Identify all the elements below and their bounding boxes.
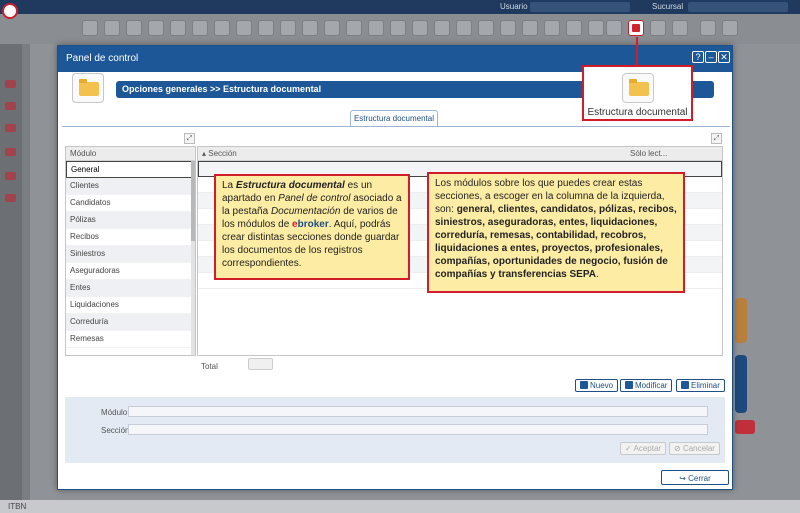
- minimize-button[interactable]: –: [705, 51, 717, 63]
- toolbar-icon[interactable]: [126, 20, 142, 36]
- plus-icon: [580, 381, 588, 389]
- toolbar-icon[interactable]: [522, 20, 538, 36]
- close-button[interactable]: ↪ Cerrar: [661, 470, 729, 485]
- sidebar-icon[interactable]: [5, 124, 16, 132]
- module-column-header[interactable]: Módulo: [66, 147, 195, 161]
- module-list-panel: Módulo General Clientes Candidatos Póliz…: [65, 146, 196, 356]
- toolbar-icon[interactable]: [478, 20, 494, 36]
- tab-divider: [62, 126, 730, 127]
- toolbar-icon[interactable]: [170, 20, 186, 36]
- toolbar-icon[interactable]: [302, 20, 318, 36]
- chevron-down-icon[interactable]: [722, 20, 738, 36]
- toolbar-icon[interactable]: [82, 20, 98, 36]
- list-item[interactable]: General: [66, 161, 195, 178]
- toolbar-icon[interactable]: [650, 20, 666, 36]
- zoom-label: Estructura documental: [587, 107, 688, 118]
- status-text: ITBN: [8, 502, 27, 511]
- total-label: Total: [201, 362, 218, 371]
- toolbar-icon[interactable]: [236, 20, 252, 36]
- toolbar-icon[interactable]: [280, 20, 296, 36]
- branch-label: Sucursal: [652, 2, 684, 11]
- app-top-bar: Usuario Sucursal: [0, 0, 800, 14]
- toolbar-icon[interactable]: [412, 20, 428, 36]
- sidebar-icon[interactable]: [5, 148, 16, 156]
- tab-document-structure[interactable]: Estructura documental: [350, 110, 438, 126]
- list-item[interactable]: Aseguradoras: [66, 263, 195, 280]
- toolbar-icon[interactable]: [214, 20, 230, 36]
- expand-icon[interactable]: ⤢: [711, 133, 722, 144]
- bg-card: [735, 355, 747, 413]
- list-item[interactable]: Liquidaciones: [66, 297, 195, 314]
- status-bar: ITBN: [0, 500, 800, 513]
- list-item[interactable]: Remesas: [66, 331, 195, 348]
- total-field: [248, 358, 273, 370]
- close-icon[interactable]: ✕: [718, 51, 730, 63]
- module-header-label: Módulo: [70, 149, 97, 158]
- toolbar-icon[interactable]: [192, 20, 208, 36]
- list-item[interactable]: Clientes: [66, 178, 195, 195]
- toolbar-icon[interactable]: [346, 20, 362, 36]
- section-header-label: ▴ Sección: [202, 149, 237, 158]
- list-item[interactable]: Pólizas: [66, 212, 195, 229]
- pencil-icon: [625, 381, 633, 389]
- scrollbar[interactable]: [191, 161, 195, 355]
- folder-icon: [622, 73, 654, 103]
- module-field-label: Módulo: [101, 408, 128, 417]
- toolbar-icon[interactable]: [104, 20, 120, 36]
- toolbar-icon[interactable]: [672, 20, 688, 36]
- toolbar-icon[interactable]: [544, 20, 560, 36]
- toolbar-icon[interactable]: [258, 20, 274, 36]
- zoom-callout: Estructura documental: [582, 65, 693, 121]
- folder-icon: [72, 73, 104, 103]
- info-callout-right: Los módulos sobre los que puedes crear e…: [427, 172, 685, 293]
- toolbar-icon[interactable]: [456, 20, 472, 36]
- section-column-header[interactable]: ▴ Sección Sólo lect...: [198, 147, 722, 161]
- user-label: Usuario: [500, 2, 528, 11]
- section-field-label: Sección: [101, 426, 130, 435]
- app-sidebar: [0, 44, 22, 500]
- toolbar-icon[interactable]: [500, 20, 516, 36]
- delete-button[interactable]: Eliminar: [676, 379, 725, 392]
- toolbar-icon[interactable]: [390, 20, 406, 36]
- toolbar-icon[interactable]: [148, 20, 164, 36]
- modal-title: Panel de control: [66, 53, 139, 64]
- toolbar-icon[interactable]: [588, 20, 604, 36]
- info-callout-left: La Estructura documental es un apartado …: [214, 174, 410, 280]
- document-structure-icon[interactable]: [628, 20, 644, 36]
- cancel-button[interactable]: ⊘ Cancelar: [669, 442, 720, 455]
- app-logo: [2, 3, 18, 19]
- new-button[interactable]: Nuevo: [575, 379, 619, 392]
- list-item[interactable]: Siniestros: [66, 246, 195, 263]
- module-list: General Clientes Candidatos Pólizas Reci…: [66, 161, 195, 348]
- user-field[interactable]: [530, 2, 630, 12]
- toolbar-icon[interactable]: [566, 20, 582, 36]
- bg-card: [735, 298, 747, 343]
- trash-icon: [681, 381, 689, 389]
- sidebar-icon[interactable]: [5, 102, 16, 110]
- module-field[interactable]: [128, 406, 708, 417]
- branch-field[interactable]: [688, 2, 788, 12]
- sidebar-icon[interactable]: [5, 172, 16, 180]
- list-item[interactable]: Correduría: [66, 314, 195, 331]
- list-item[interactable]: Recibos: [66, 229, 195, 246]
- toolbar-icon[interactable]: [324, 20, 340, 36]
- toolbar-icon[interactable]: [700, 20, 716, 36]
- list-item[interactable]: Candidatos: [66, 195, 195, 212]
- expand-icon[interactable]: ⤢: [184, 133, 195, 144]
- accept-button[interactable]: ✓ Aceptar: [620, 442, 667, 455]
- toolbar-icon[interactable]: [368, 20, 384, 36]
- edit-button[interactable]: Modificar: [620, 379, 673, 392]
- section-field[interactable]: [128, 424, 708, 435]
- toolbar-icon[interactable]: [606, 20, 622, 36]
- readonly-header-label: Sólo lect...: [630, 149, 668, 158]
- bg-card: [735, 420, 755, 434]
- toolbar-icon[interactable]: [434, 20, 450, 36]
- help-button[interactable]: ?: [692, 51, 704, 63]
- sidebar-icon[interactable]: [5, 194, 16, 202]
- callout-connector: [636, 37, 638, 65]
- sidebar-icon[interactable]: [5, 80, 16, 88]
- list-item[interactable]: Entes: [66, 280, 195, 297]
